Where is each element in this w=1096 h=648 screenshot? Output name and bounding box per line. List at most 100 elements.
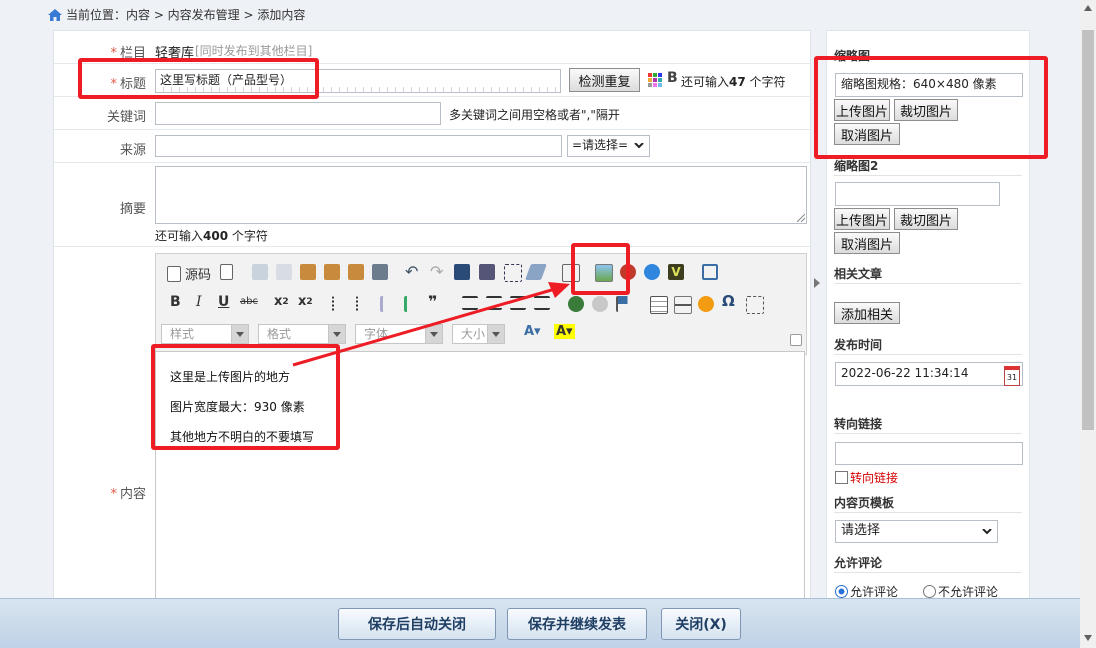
- undo-icon[interactable]: ↶: [405, 262, 418, 281]
- redo-icon[interactable]: ↷: [430, 262, 443, 281]
- summary-remaining: 还可输入400 个字符: [155, 229, 268, 243]
- paste-icon[interactable]: [300, 264, 316, 280]
- replace-icon[interactable]: [479, 264, 495, 280]
- resize-handle-icon[interactable]: [797, 214, 805, 222]
- image-icon[interactable]: [595, 264, 613, 282]
- italic-button[interactable]: I: [196, 294, 202, 310]
- copy-icon[interactable]: [276, 264, 292, 280]
- crop-image2-button[interactable]: 裁切图片: [894, 208, 958, 230]
- align-left-icon[interactable]: [462, 296, 478, 310]
- unlink-icon[interactable]: [592, 296, 608, 312]
- thumb-input[interactable]: 缩略图规格：640×480 像素: [835, 73, 1023, 97]
- template-select[interactable]: 请选择: [835, 520, 998, 543]
- format-combo[interactable]: 格式: [258, 324, 346, 344]
- media-play-icon[interactable]: [644, 264, 660, 280]
- breadcrumb: 当前位置：内容 > 内容发布管理 > 添加内容: [48, 6, 305, 23]
- redirect-checkbox-row[interactable]: 转向链接: [835, 469, 898, 486]
- radio-unselected[interactable]: [923, 585, 936, 598]
- maximize-icon[interactable]: [702, 264, 718, 280]
- cut-icon[interactable]: [252, 264, 268, 280]
- editor-content: 这里是上传图片的地方 图片宽度最大：930 像素 其他地方不明白的不要填写: [170, 362, 314, 452]
- document-icon[interactable]: [220, 264, 233, 280]
- style-combo[interactable]: 样式: [161, 324, 249, 344]
- redirect-input[interactable]: [835, 442, 1023, 465]
- flash-icon[interactable]: [620, 264, 636, 280]
- editor-body[interactable]: 这里是上传图片的地方 图片宽度最大：930 像素 其他地方不明白的不要填写: [155, 351, 805, 611]
- flag-anchor-icon[interactable]: [616, 296, 634, 312]
- column-label: 栏目: [119, 46, 146, 61]
- font-combo[interactable]: 字体: [355, 324, 443, 344]
- editor-line: 其他地方不明白的不要填写: [170, 430, 315, 444]
- divider: [834, 175, 1022, 176]
- source-input[interactable]: [155, 135, 562, 157]
- blockquote-icon[interactable]: ❞: [428, 292, 437, 311]
- scrollbar-thumb[interactable]: [1082, 30, 1094, 430]
- align-justify-icon[interactable]: [534, 296, 550, 310]
- source-select[interactable]: =请选择=: [567, 135, 650, 157]
- source-code-button[interactable]: 源码: [167, 264, 211, 283]
- upload-image2-button[interactable]: 上传图片: [834, 208, 890, 230]
- find-icon[interactable]: [454, 264, 470, 280]
- radio-selected[interactable]: [835, 585, 848, 598]
- collapse-toolbar-icon[interactable]: [790, 334, 802, 346]
- anchor-icon[interactable]: [562, 264, 580, 282]
- publish-time-input[interactable]: 2022-06-22 11:34:14 31: [835, 362, 1023, 386]
- keywords-label: 关键词: [106, 110, 146, 125]
- summary-textarea[interactable]: [155, 166, 807, 224]
- smiley-icon[interactable]: [698, 296, 714, 312]
- indent-icon[interactable]: [404, 296, 423, 312]
- redirect-title: 转向链接: [834, 417, 883, 431]
- special-char-icon[interactable]: Ω: [722, 292, 735, 310]
- column-row: * 栏目 轻奢库 [同时发布到其他栏目]: [54, 31, 810, 64]
- outdent-icon[interactable]: [380, 296, 399, 312]
- upload-image-button[interactable]: 上传图片: [834, 99, 890, 121]
- underline-button[interactable]: U: [218, 294, 229, 310]
- cancel-image2-button[interactable]: 取消图片: [834, 232, 900, 254]
- check-duplicate-button[interactable]: 检测重复: [569, 68, 640, 92]
- collapse-sidebar-icon[interactable]: [814, 278, 820, 288]
- close-button[interactable]: 关闭(X): [661, 608, 741, 640]
- summary-row: 摘要 还可输入400 个字符: [54, 163, 810, 247]
- calendar-icon[interactable]: 31: [1004, 366, 1020, 386]
- print-icon[interactable]: [372, 264, 388, 280]
- eraser-icon[interactable]: [525, 264, 547, 280]
- save-continue-button[interactable]: 保存并继续发表: [507, 608, 647, 640]
- align-right-icon[interactable]: [510, 296, 526, 310]
- select-all-icon[interactable]: [504, 264, 522, 282]
- bold-button[interactable]: B: [170, 294, 181, 310]
- size-combo[interactable]: 大小: [452, 324, 505, 344]
- bold-icon[interactable]: B: [667, 70, 678, 86]
- scroll-down-icon[interactable]: [1083, 634, 1093, 642]
- align-center-icon[interactable]: [486, 296, 502, 310]
- bullet-list-icon[interactable]: [356, 296, 374, 312]
- subscript-button[interactable]: x2: [274, 294, 289, 309]
- title-input[interactable]: 这里写标题（产品型号）: [155, 69, 561, 93]
- color-grid-icon[interactable]: [648, 73, 662, 87]
- numbered-list-icon[interactable]: [332, 296, 350, 312]
- keywords-input[interactable]: [155, 102, 441, 125]
- redirect-checkbox[interactable]: [835, 471, 848, 484]
- video-icon[interactable]: V: [668, 264, 684, 280]
- chevron-down-icon: [982, 529, 992, 535]
- superscript-button[interactable]: x2: [298, 294, 313, 309]
- crop-image-button[interactable]: 裁切图片: [894, 99, 958, 121]
- add-related-button[interactable]: 添加相关: [834, 302, 900, 324]
- save-close-button[interactable]: 保存后自动关闭: [338, 608, 496, 640]
- summary-remaining-count: 400: [203, 229, 229, 243]
- template-title: 内容页模板: [834, 496, 895, 510]
- horizontal-rule-icon[interactable]: [674, 296, 692, 314]
- paste-text-icon[interactable]: [324, 264, 340, 280]
- table-icon[interactable]: [650, 296, 668, 314]
- keywords-hint: 多关键词之间用空格或者","隔开: [449, 108, 620, 122]
- link-icon[interactable]: [568, 296, 584, 312]
- strikethrough-button[interactable]: abc: [240, 296, 258, 307]
- page-break-icon[interactable]: [746, 296, 764, 314]
- cancel-image-button[interactable]: 取消图片: [834, 123, 900, 145]
- background-color-icon[interactable]: A▾: [554, 324, 575, 339]
- scroll-up-icon[interactable]: [1083, 4, 1093, 12]
- chevron-down-icon: [328, 325, 345, 343]
- paste-word-icon[interactable]: [348, 264, 364, 280]
- column-extra-link[interactable]: [同时发布到其他栏目]: [195, 42, 312, 59]
- text-color-icon[interactable]: A▾: [524, 324, 541, 339]
- thumb2-input[interactable]: [835, 182, 1000, 206]
